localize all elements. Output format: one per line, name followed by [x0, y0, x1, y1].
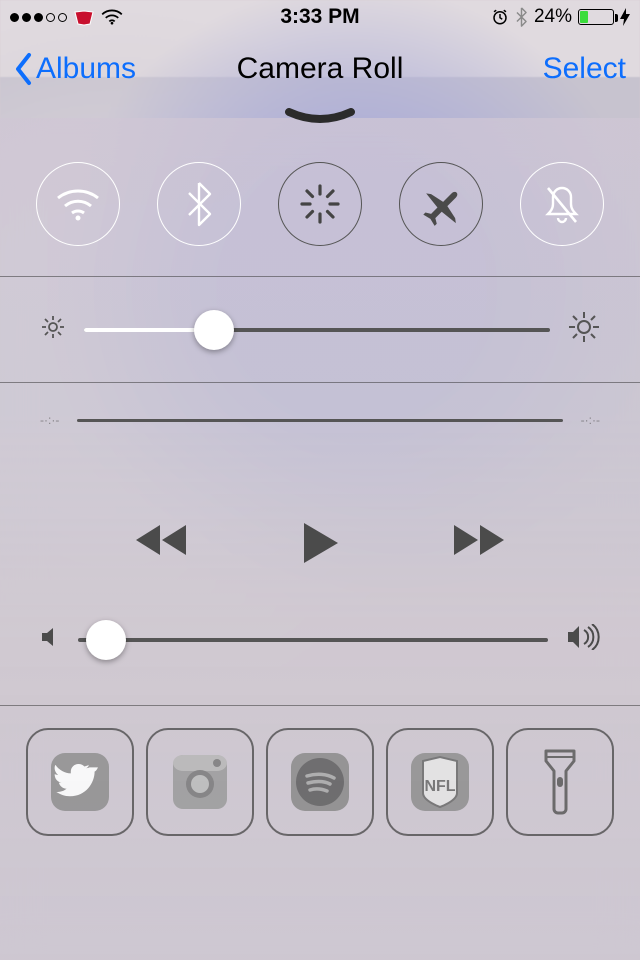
battery-icon [578, 9, 614, 25]
select-button[interactable]: Select [543, 52, 626, 86]
brightness-high-icon [568, 311, 600, 348]
quick-spotify[interactable] [266, 728, 374, 836]
quick-twitter[interactable] [26, 728, 134, 836]
volume-low-icon [40, 626, 60, 653]
battery-pct: 24% [534, 6, 572, 28]
quick-launch-row: NFL [0, 706, 640, 836]
loading-toggle[interactable] [278, 162, 362, 246]
nav-bar: Albums Camera Roll Select [0, 34, 640, 104]
volume-track[interactable] [78, 638, 548, 642]
quick-instagram[interactable] [146, 728, 254, 836]
rewind-button[interactable] [132, 521, 190, 570]
quick-nfl[interactable]: NFL [386, 728, 494, 836]
brightness-low-icon [40, 314, 66, 345]
toggle-row [0, 118, 640, 276]
alarm-icon [491, 8, 509, 26]
scrubber[interactable]: -·:·- -·:·- [0, 383, 640, 437]
volume-slider[interactable] [0, 600, 640, 705]
status-time: 3:33 PM [280, 5, 359, 29]
brightness-slider[interactable] [0, 277, 640, 382]
bluetooth-toggle[interactable] [157, 162, 241, 246]
play-button[interactable] [300, 521, 340, 570]
media-controls [0, 437, 640, 600]
back-label: Albums [36, 52, 136, 86]
status-bar: 3:33 PM 24% [0, 0, 640, 34]
scrub-start-icon: -·:·- [40, 413, 59, 427]
fast-forward-button[interactable] [450, 521, 508, 570]
mute-toggle[interactable] [520, 162, 604, 246]
svg-text:NFL: NFL [424, 778, 455, 795]
quick-flashlight[interactable] [506, 728, 614, 836]
bluetooth-icon [515, 7, 528, 27]
wifi-icon [101, 9, 123, 25]
volume-high-icon [566, 624, 600, 655]
brightness-track[interactable] [84, 328, 550, 332]
airplane-toggle[interactable] [399, 162, 483, 246]
charging-icon [620, 8, 630, 26]
back-button[interactable]: Albums [14, 52, 136, 86]
carrier-chiefs-icon [73, 9, 95, 25]
signal-strength [10, 13, 67, 22]
control-center: -·:·- -·:·- [0, 118, 640, 960]
page-title: Camera Roll [237, 52, 404, 86]
scrub-end-icon: -·:·- [581, 413, 600, 427]
wifi-toggle[interactable] [36, 162, 120, 246]
